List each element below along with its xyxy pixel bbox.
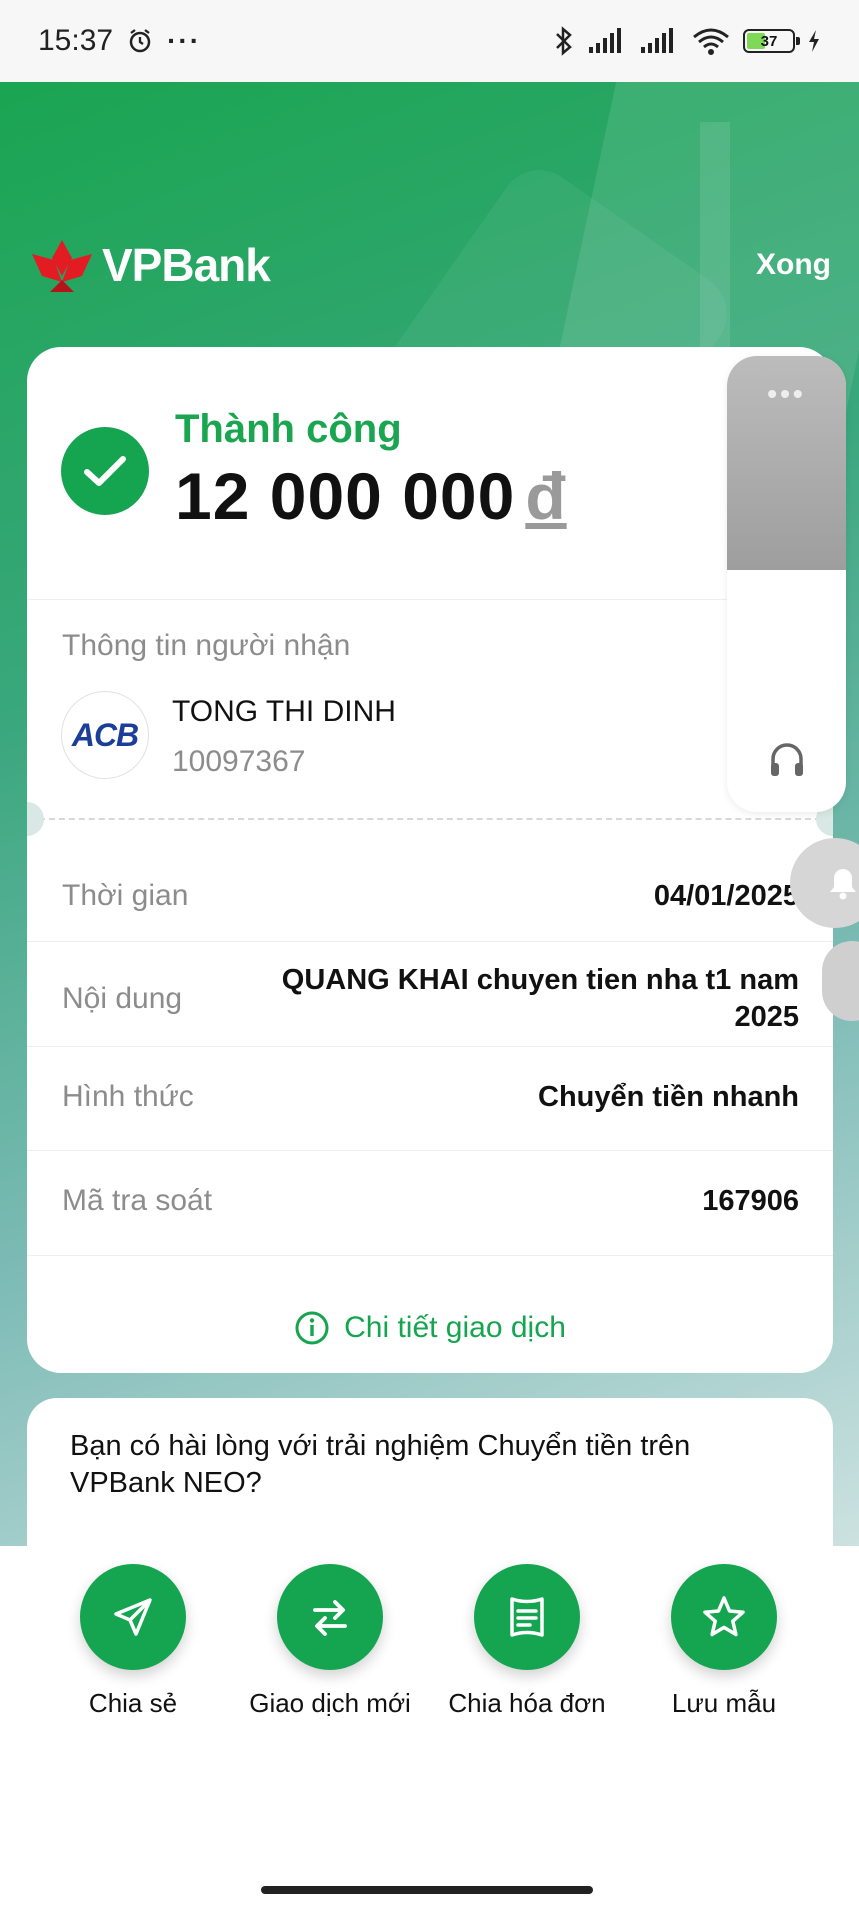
divider <box>27 599 833 600</box>
status-row: Thành công 12 000 000 đ <box>61 407 567 534</box>
action-label: Giao dịch mới <box>249 1688 411 1718</box>
action-label: Chia sẻ <box>88 1688 178 1718</box>
vpbank-flower-icon <box>32 240 92 292</box>
ticket-notch-left <box>27 802 44 836</box>
bell-icon <box>830 869 856 900</box>
dashed-separator <box>39 818 821 820</box>
bank-logo: ACB <box>61 691 149 779</box>
wifi-icon <box>693 28 729 55</box>
recipient-name: TONG THI DINH <box>172 695 396 728</box>
amount: 12 000 000 đ <box>175 458 567 534</box>
split-bill-action[interactable]: Chia hóa đơn <box>432 1564 622 1719</box>
brand-name: VPBank <box>102 239 271 291</box>
vpbank-logo: VPBank <box>28 236 271 294</box>
send-icon[interactable] <box>80 1564 186 1670</box>
detail-label: Nội dung <box>62 982 183 1015</box>
signal-icon-2 <box>641 28 673 53</box>
detail-row-method: Hình thức Chuyển tiền nhanh <box>62 1072 799 1122</box>
more-notifications-icon: ··· <box>167 25 202 56</box>
clock-time: 15:37 <box>38 24 114 57</box>
detail-label: Mã tra soát <box>62 1184 213 1217</box>
action-label: Chia hóa đơn <box>448 1688 606 1718</box>
signal-icon <box>589 28 621 53</box>
headphones-icon[interactable] <box>767 739 807 784</box>
battery-level: 37 <box>760 32 778 50</box>
detail-label: Thời gian <box>62 879 189 912</box>
battery-icon: 37 <box>743 29 800 53</box>
charging-icon <box>809 30 819 52</box>
detail-row-trace: Mã tra soát 167906 <box>62 1176 799 1226</box>
new-transaction-action[interactable]: Giao dịch mới <box>235 1564 425 1719</box>
survey-question: Bạn có hài lòng với trải nghiệm Chuyển t… <box>70 1430 691 1499</box>
detail-row-content: Nội dung QUANG KHAI chuyen tien nha t1 n… <box>62 959 799 1039</box>
side-toggle-button[interactable] <box>822 941 859 1021</box>
recipient-section-label: Thông tin người nhận <box>62 629 351 662</box>
swap-icon[interactable] <box>277 1564 383 1670</box>
home-indicator[interactable] <box>261 1886 593 1894</box>
divider <box>27 941 833 942</box>
transaction-details-link[interactable]: Chi tiết giao dịch <box>27 1310 833 1346</box>
success-check-icon <box>61 426 149 515</box>
status-label: Thành công <box>175 407 402 451</box>
detail-value: 167906 <box>702 1184 799 1217</box>
transaction-result-card: Thành công 12 000 000 đ Thông tin người n… <box>27 347 833 1373</box>
detail-value-line2: 2025 <box>734 1001 799 1033</box>
share-action[interactable]: Chia sẻ <box>38 1564 228 1719</box>
bank-logo-text: ACB <box>71 716 139 753</box>
action-label: Lưu mẫu <box>671 1688 777 1718</box>
amount-value: 12 000 000 <box>175 459 516 533</box>
survey-card: Bạn có hài lòng với trải nghiệm Chuyển t… <box>27 1398 833 1548</box>
info-icon <box>295 1311 329 1345</box>
detail-row-time: Thời gian 04/01/2025 <box>62 871 799 921</box>
divider <box>27 1255 833 1256</box>
bluetooth-icon <box>556 26 572 56</box>
status-bar: 15:37 ··· 37 <box>0 0 859 82</box>
save-template-action[interactable]: Lưu mẫu <box>629 1564 819 1719</box>
divider <box>27 1150 833 1151</box>
receipt-icon[interactable] <box>474 1564 580 1670</box>
divider <box>27 1046 833 1047</box>
detail-value: Chuyển tiền nhanh <box>538 1080 799 1113</box>
star-icon[interactable] <box>671 1564 777 1670</box>
detail-label: Hình thức <box>62 1080 194 1113</box>
recipient-account: 10097367 <box>172 745 306 778</box>
alarm-icon <box>129 29 151 53</box>
done-button[interactable]: Xong <box>756 248 831 282</box>
currency-symbol: đ <box>525 459 567 533</box>
transaction-details-label: Chi tiết giao dịch <box>344 1311 566 1344</box>
detail-value: 04/01/2025 <box>653 879 799 912</box>
more-options-icon[interactable]: ••• <box>727 378 846 410</box>
detail-value-line1: QUANG KHAI chuyen tien nha t1 nam <box>281 964 799 996</box>
volume-panel[interactable]: ••• <box>727 356 846 812</box>
detail-value: QUANG KHAI chuyen tien nha t1 nam 2025 <box>282 962 799 1036</box>
